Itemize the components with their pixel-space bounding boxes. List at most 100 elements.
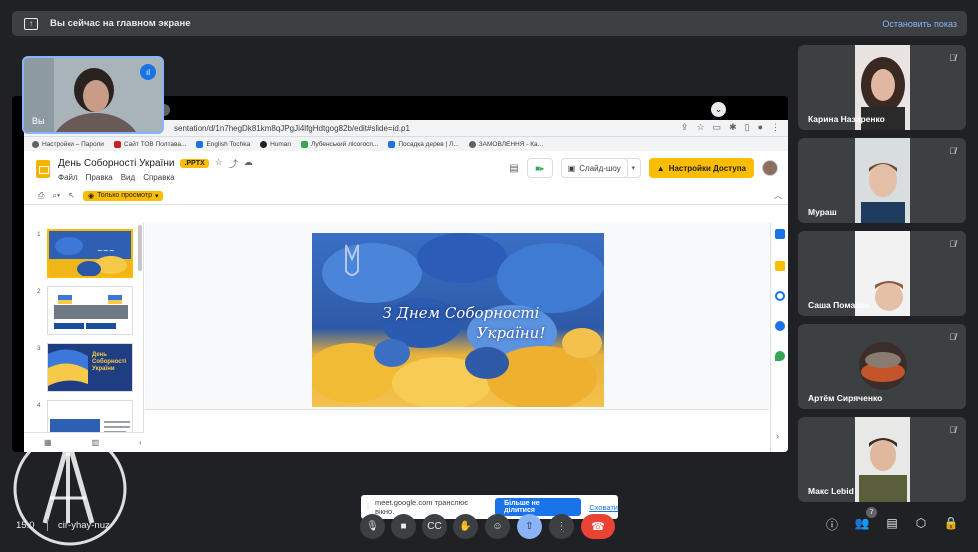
cast-icon[interactable]: ▭ bbox=[713, 122, 722, 133]
presenting-banner-text: Вы сейчас на главном экране bbox=[50, 18, 191, 29]
site-favicon-icon bbox=[196, 140, 204, 148]
raise-hand-button[interactable]: ✋ bbox=[453, 514, 478, 539]
drag-handle-icon[interactable]: ⁞ bbox=[367, 504, 369, 511]
stop-presenting-link[interactable]: Остановить показ bbox=[882, 19, 957, 29]
slide-thumbnail[interactable] bbox=[47, 400, 133, 432]
meeting-details-button[interactable]: ⓘ bbox=[823, 516, 841, 533]
view-only-dropdown[interactable]: ◉ Только просмотр ▾ bbox=[82, 190, 164, 201]
slide-thumbnail[interactable] bbox=[47, 286, 133, 335]
bookmark-item[interactable]: Лубенський лісогосп... bbox=[301, 140, 378, 148]
present-now-button[interactable]: ⇧ bbox=[517, 514, 542, 539]
hide-notification-link[interactable]: Сховати bbox=[589, 503, 618, 512]
calendar-icon[interactable] bbox=[775, 229, 785, 239]
share-page-icon[interactable]: ⇪ bbox=[681, 122, 689, 133]
contacts-icon[interactable] bbox=[775, 321, 785, 331]
captions-button[interactable]: CC bbox=[422, 514, 447, 539]
bookmark-item[interactable]: ЗАМОВЛЕННЯ - Ка... bbox=[468, 140, 543, 148]
activities-button[interactable]: ⬡ bbox=[912, 516, 930, 530]
filmstrip-item[interactable]: 2 bbox=[24, 286, 136, 338]
chevron-right-icon[interactable]: › bbox=[776, 431, 779, 441]
bookmark-item[interactable]: Сайт ТОВ Полтава... bbox=[113, 140, 186, 148]
chevron-down-icon[interactable]: ⌄ bbox=[711, 102, 726, 117]
extensions-icon[interactable]: ✱ bbox=[729, 122, 737, 133]
filmstrip-item[interactable]: 3 День Соборності України bbox=[24, 343, 136, 395]
video-camera-icon: ■ bbox=[400, 521, 407, 532]
speaking-indicator-icon: ıl bbox=[140, 64, 156, 80]
participant-name: Макс Lebid bbox=[808, 486, 854, 496]
cursor-icon[interactable]: ↖ bbox=[68, 191, 75, 200]
star-icon[interactable]: ☆ bbox=[215, 157, 223, 170]
more-options-button[interactable]: ⋮ bbox=[549, 514, 574, 539]
chevron-left-icon[interactable]: ‹ bbox=[139, 438, 142, 447]
browser-menu-icon[interactable]: ⋮ bbox=[771, 122, 780, 133]
bookmark-item[interactable]: Посадка дерев | Л... bbox=[388, 140, 459, 148]
menu-file[interactable]: Файл bbox=[58, 173, 78, 182]
filmstrip-scrollbar[interactable] bbox=[138, 225, 142, 271]
maps-icon[interactable] bbox=[775, 351, 785, 361]
mic-off-icon: 🎙̸ bbox=[949, 53, 956, 63]
url-text: sentation/d/1n7hegDk81km8qJPgJi4lfgHdtgo… bbox=[174, 123, 410, 133]
participant-tile[interactable]: Артём Сиряченко 🎙̸ bbox=[798, 324, 966, 409]
account-avatar[interactable] bbox=[762, 160, 778, 176]
bookmark-item[interactable]: Настройки – Пароли bbox=[32, 140, 104, 148]
doc-title-area: День Соборності України .PPTX ☆ ⤴ ☁ Файл… bbox=[58, 157, 253, 182]
lock-person-icon: 🔒 bbox=[943, 516, 959, 530]
current-slide: З Днем Соборності України! bbox=[312, 233, 604, 407]
microphone-button[interactable]: 🎙 bbox=[360, 514, 385, 539]
google-slides-logo-icon[interactable] bbox=[36, 160, 50, 178]
bookmark-star-icon[interactable]: ☆ bbox=[696, 122, 704, 133]
gear-icon bbox=[32, 140, 39, 148]
menu-view[interactable]: Вид bbox=[121, 173, 135, 182]
present-screen-icon: ↑ bbox=[24, 17, 38, 30]
keep-icon[interactable] bbox=[775, 261, 785, 271]
host-controls-button[interactable]: 🔒 bbox=[942, 516, 960, 530]
slides-workarea: 1 ~~~ 2 3 День Соборності України 4 З Дн… bbox=[24, 223, 788, 452]
zoom-icon[interactable]: ⌕▾ bbox=[52, 191, 60, 201]
slide-thumbnail[interactable]: День Соборності України bbox=[47, 343, 133, 392]
print-icon[interactable]: ⎙ bbox=[38, 191, 44, 201]
globe-icon bbox=[468, 140, 476, 148]
self-view-tile[interactable]: Вы ıl bbox=[22, 56, 164, 134]
share-settings-button[interactable]: ▲ Настройки Доступа bbox=[648, 158, 754, 178]
speaker-notes-area bbox=[145, 409, 769, 432]
smiley-icon: ☺ bbox=[492, 521, 503, 532]
filmstrip-item[interactable]: 1 ~~~ bbox=[24, 229, 136, 281]
people-button[interactable]: 👥 bbox=[853, 516, 871, 530]
participant-tile[interactable]: Саша Помазан 🎙̸ bbox=[798, 231, 966, 316]
bookmark-item[interactable]: English Tochka bbox=[196, 140, 250, 148]
cloud-icon[interactable]: ☁ bbox=[244, 157, 253, 170]
emoji-reactions-button[interactable]: ☺ bbox=[485, 514, 510, 539]
participant-tile[interactable]: Макс Lebid 🎙̸ bbox=[798, 417, 966, 502]
microphone-icon: 🎙 bbox=[366, 521, 379, 532]
slides-toolbar: ⎙ ⌕▾ ↖ ◉ Только просмотр ▾ ︿ bbox=[24, 187, 788, 205]
more-vert-icon: ⋮ bbox=[556, 521, 567, 532]
camera-button[interactable]: ■ bbox=[391, 514, 416, 539]
filmstrip-item[interactable]: 4 bbox=[24, 400, 136, 432]
slide-thumbnail[interactable]: ~~~ bbox=[47, 229, 133, 278]
slideshow-options-caret[interactable]: ▾ bbox=[626, 158, 641, 178]
profile-icon[interactable]: ● bbox=[758, 122, 763, 133]
participant-name: Артём Сиряченко bbox=[808, 393, 883, 403]
menu-bar: Файл Правка Вид Справка bbox=[58, 173, 253, 182]
doc-title[interactable]: День Соборності України bbox=[58, 158, 174, 169]
chat-button[interactable]: ▤ bbox=[883, 516, 901, 530]
meet-present-button[interactable]: ■▸ bbox=[526, 158, 553, 178]
move-icon[interactable]: ⤴ bbox=[229, 157, 238, 170]
bookmark-item[interactable]: Human bbox=[260, 140, 291, 148]
captions-icon: CC bbox=[427, 521, 442, 532]
stop-sharing-button[interactable]: Більше не ділитися bbox=[495, 498, 582, 516]
tasks-icon[interactable] bbox=[775, 291, 785, 301]
comments-icon[interactable]: ▤ bbox=[509, 163, 518, 174]
present-screen-icon: ⇧ bbox=[525, 521, 534, 532]
menu-help[interactable]: Справка bbox=[143, 173, 174, 182]
menu-edit[interactable]: Правка bbox=[86, 173, 113, 182]
meeting-code: cir-yhay-nuz bbox=[58, 520, 110, 531]
slide-main-text-line1: З Днем Соборності bbox=[382, 304, 540, 322]
side-panel-icon[interactable]: ▯ bbox=[745, 122, 750, 133]
participant-tile[interactable]: Карина Назаренко 🎙̸ bbox=[798, 45, 966, 130]
collapse-menu-icon[interactable]: ︿ bbox=[774, 190, 782, 201]
site-favicon-icon bbox=[388, 140, 396, 148]
participant-tile[interactable]: Мураш 🎙̸ bbox=[798, 138, 966, 223]
slideshow-button[interactable]: ▣ Слайд-шоу bbox=[560, 158, 628, 178]
leave-call-button[interactable]: ☎ bbox=[581, 514, 615, 539]
